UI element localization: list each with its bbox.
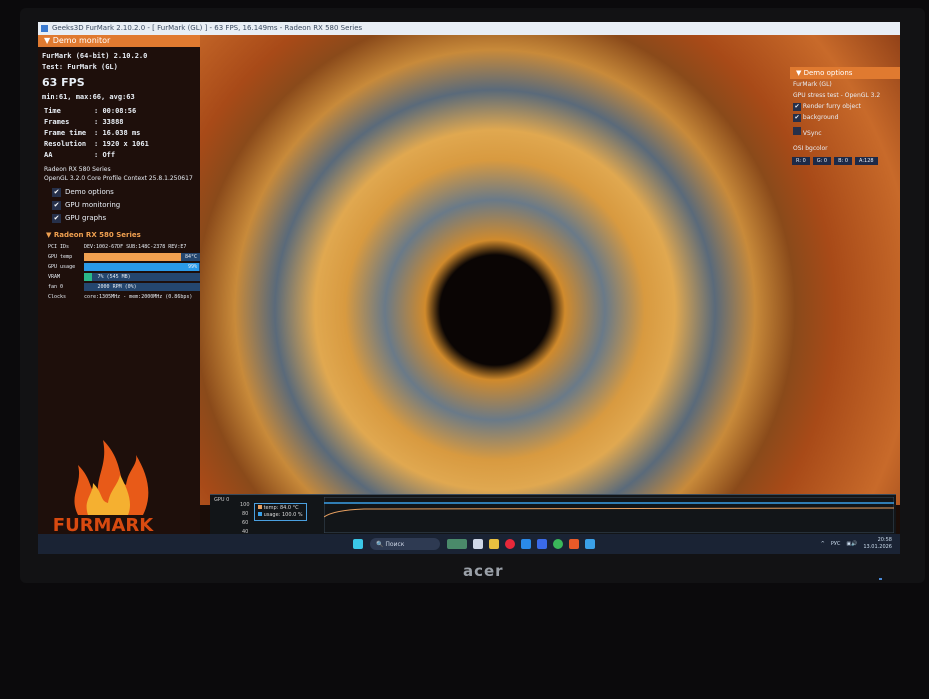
file-explorer-icon[interactable] (489, 539, 499, 549)
y-tick: 60 (242, 520, 249, 526)
pci-row: PCI IDs DEV:1002-67DF SUB:148C-2378 REV:E… (48, 244, 187, 250)
gl-context: OpenGL 3.2.0 Core Profile Context 25.8.1… (44, 175, 193, 182)
bar-fill (83, 263, 199, 271)
y-tick: 80 (242, 511, 249, 517)
start-icon[interactable] (353, 539, 363, 549)
bar-fill (83, 253, 182, 261)
stat-row: Frame time: 16.038 ms (44, 129, 141, 137)
demo-options-panel: ▼ Demo options FurMark (GL) GPU stress t… (790, 67, 900, 165)
app-version: FurMark (64-bit) 2.10.2.0 (42, 52, 148, 60)
fan-row: fan 0 2000 RPM (0%) (38, 282, 200, 292)
window-titlebar[interactable]: Geeks3D FurMark 2.10.2.0 - [ FurMark (GL… (38, 22, 900, 35)
fps-value: 63 FPS (42, 76, 85, 89)
demo-name: FurMark (GL) (793, 81, 832, 88)
checkbox-background[interactable]: ✔ background (790, 112, 900, 123)
graph-title: GPU 0 (214, 497, 230, 503)
demo-monitor-panel: ▼ Demo monitor FurMark (64-bit) 2.10.2.0… (38, 35, 200, 554)
monitor-brand-logo: acer (463, 562, 504, 580)
task-view-icon[interactable] (473, 539, 483, 549)
checkbox-demo-options[interactable]: ✔ Demo options (42, 186, 196, 199)
check-icon: ✔ (52, 201, 61, 210)
search-box[interactable]: 🔍 Поиск (370, 538, 440, 550)
check-icon: ✔ (52, 188, 61, 197)
g-field[interactable]: G: 0 (812, 157, 832, 165)
b-field[interactable]: B: 0 (834, 157, 853, 165)
power-led (879, 578, 882, 580)
osi-bgcolor-label: OSI bgcolor (793, 145, 828, 152)
furmark-logo: FURMARK (53, 440, 154, 535)
r-field[interactable]: R: 0 (792, 157, 810, 165)
clocks-row: Clocks core:1305MHz - mem:2000MHz (0.86bp… (48, 294, 193, 300)
demo-desc: GPU stress test - OpenGL 3.2 (793, 92, 881, 99)
taskbar: 🔍 Поиск ^ РУС ▣🔊 20:58 13.01.2026 (38, 534, 900, 554)
language-indicator[interactable]: РУС (831, 541, 841, 547)
check-icon: ✔ (793, 103, 801, 111)
active-app-icon[interactable] (585, 539, 595, 549)
fps-stats: min:61, max:66, avg:63 (42, 93, 135, 101)
svg-text:FURMARK: FURMARK (53, 515, 154, 535)
demo-monitor-title: Demo monitor (52, 36, 111, 45)
unchecked-box (793, 127, 801, 135)
gpu-monitor-header[interactable]: ▼ Radeon RX 580 Series (46, 231, 200, 239)
temp-row: GPU temp 84°C (38, 252, 200, 262)
widget-icon[interactable] (447, 539, 467, 549)
network-volume-icon[interactable]: ▣🔊 (846, 541, 857, 547)
stat-row: Time: 00:08:56 (44, 107, 137, 115)
furmark-taskbar-icon[interactable] (569, 539, 579, 549)
graph-plot (324, 497, 894, 533)
gpu-graph: GPU 0 100 80 60 40 temp: 84.0 °C usage: … (210, 494, 896, 535)
app-icon[interactable] (521, 539, 531, 549)
stat-row: Resolution: 1920 x 1061 (44, 140, 149, 148)
test-name: Test: FurMark (GL) (42, 63, 118, 71)
checkbox-vsync[interactable]: VSync (790, 127, 900, 139)
bar-fill (83, 273, 92, 281)
opera-icon[interactable] (505, 539, 515, 549)
system-tray: ^ РУС ▣🔊 20:58 13.01.2026 (821, 537, 892, 551)
a-field[interactable]: A:128 (855, 157, 878, 165)
demo-options-header[interactable]: ▼ Demo options (790, 67, 900, 79)
checkbox-render-furry[interactable]: ✔ Render furry object (790, 101, 900, 112)
vram-row: VRAM 7% (545 MB) (38, 272, 200, 282)
window-title: Geeks3D FurMark 2.10.2.0 - [ FurMark (GL… (52, 24, 363, 32)
screen: Geeks3D FurMark 2.10.2.0 - [ FurMark (GL… (38, 22, 900, 554)
check-icon: ✔ (793, 114, 801, 122)
gpu-name: Radeon RX 580 Series (44, 166, 111, 173)
demo-monitor-header[interactable]: ▼ Demo monitor (38, 35, 200, 47)
chrome-icon[interactable] (553, 539, 563, 549)
check-icon: ✔ (52, 214, 61, 223)
teams-icon[interactable] (537, 539, 547, 549)
chevron-up-icon[interactable]: ^ (821, 541, 825, 547)
temp-line (324, 507, 894, 518)
y-tick: 100 (240, 502, 250, 508)
clock[interactable]: 20:58 13.01.2026 (863, 537, 892, 551)
stat-row: AA: Off (44, 151, 116, 159)
stat-row: Frames: 33888 (44, 118, 124, 126)
checkbox-gpu-monitoring[interactable]: ✔ GPU monitoring (42, 199, 196, 212)
usage-row: GPU usage 99% (38, 262, 200, 272)
graph-legend: temp: 84.0 °C usage: 100.0 % (254, 503, 307, 521)
checkbox-gpu-graphs[interactable]: ✔ GPU graphs (42, 212, 196, 225)
app-icon (41, 25, 48, 32)
